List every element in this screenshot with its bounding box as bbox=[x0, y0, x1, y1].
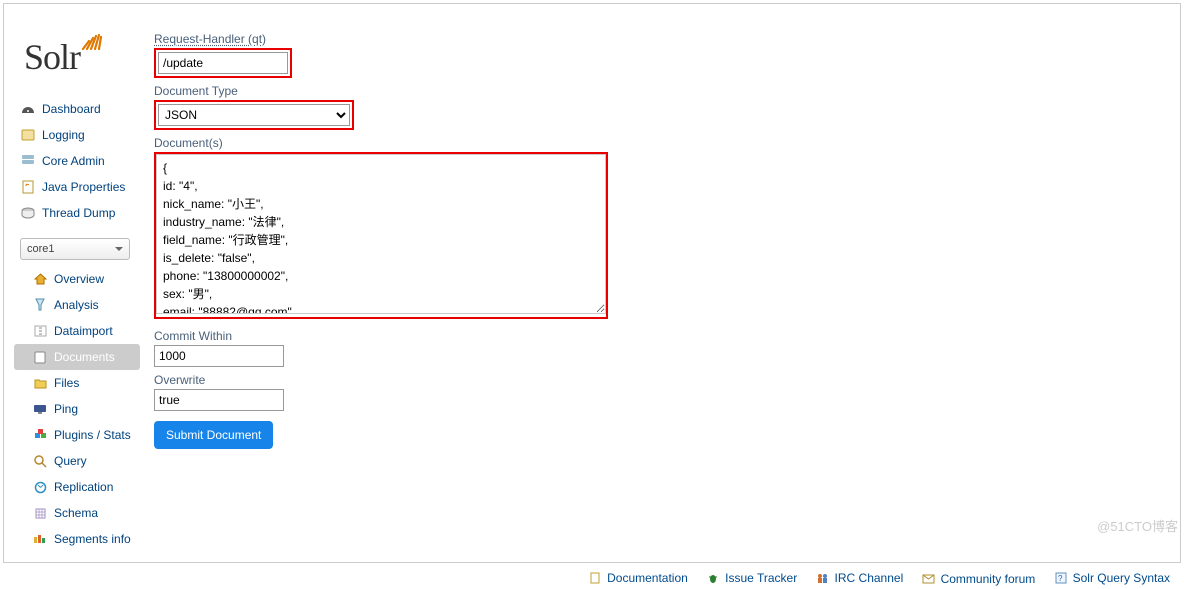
nav-javaprops[interactable]: Java Properties bbox=[14, 174, 144, 200]
subnav-replication[interactable]: Replication bbox=[14, 474, 144, 500]
javaprops-icon bbox=[20, 179, 36, 195]
doctype-label: Document Type bbox=[154, 84, 1170, 98]
home-icon bbox=[32, 271, 48, 287]
commitwithin-label: Commit Within bbox=[154, 329, 1170, 343]
top-nav: Dashboard Logging Core Admin Java Proper… bbox=[14, 96, 144, 226]
subnav-schema[interactable]: Schema bbox=[14, 500, 144, 526]
subnav-label: Files bbox=[54, 376, 79, 390]
doc-icon bbox=[587, 570, 603, 586]
people-icon bbox=[815, 570, 831, 586]
subnav-overview[interactable]: Overview bbox=[14, 266, 144, 292]
subnav-documents[interactable]: Documents bbox=[14, 344, 140, 370]
logo: Solr bbox=[24, 29, 144, 78]
schema-icon bbox=[32, 505, 48, 521]
nav-logging[interactable]: Logging bbox=[14, 122, 144, 148]
subnav-segments[interactable]: Segments info bbox=[14, 526, 144, 552]
coreadmin-icon bbox=[20, 153, 36, 169]
watermark: @51CTO博客 bbox=[1097, 516, 1178, 535]
logging-icon bbox=[20, 127, 36, 143]
sidebar: Solr Dashboard Logging Core Admin Java P… bbox=[4, 4, 144, 562]
footer-documentation[interactable]: Documentation bbox=[587, 570, 688, 586]
folder-icon bbox=[32, 375, 48, 391]
core-selected: core1 bbox=[27, 243, 55, 255]
footer-ircchannel[interactable]: IRC Channel bbox=[815, 570, 904, 586]
mail-icon bbox=[921, 571, 937, 587]
nav-label: Logging bbox=[42, 128, 85, 142]
submit-button[interactable]: Submit Document bbox=[154, 421, 273, 449]
subnav-label: Replication bbox=[54, 480, 113, 494]
footer-issuetracker[interactable]: Issue Tracker bbox=[705, 570, 797, 586]
nav-coreadmin[interactable]: Core Admin bbox=[14, 148, 144, 174]
subnav-label: Query bbox=[54, 454, 87, 468]
subnav-analysis[interactable]: Analysis bbox=[14, 292, 144, 318]
bug-icon bbox=[705, 570, 721, 586]
footer-links: Documentation Issue Tracker IRC Channel … bbox=[0, 566, 1184, 589]
subnav-ping[interactable]: Ping bbox=[14, 396, 144, 422]
glass-icon bbox=[32, 297, 48, 313]
subnav-dataimport[interactable]: Dataimport bbox=[14, 318, 144, 344]
overwrite-label: Overwrite bbox=[154, 373, 1170, 387]
core-selector[interactable]: core1 bbox=[20, 238, 130, 260]
syntax-icon: ? bbox=[1053, 570, 1069, 586]
dashboard-icon bbox=[20, 101, 36, 117]
nav-label: Dashboard bbox=[42, 102, 101, 116]
threaddump-icon bbox=[20, 205, 36, 221]
qt-label: Request-Handler (qt) bbox=[154, 32, 1170, 46]
subnav-label: Analysis bbox=[54, 298, 99, 312]
docs-label: Document(s) bbox=[154, 136, 1170, 150]
replication-icon bbox=[32, 479, 48, 495]
subnav-label: Schema bbox=[54, 506, 98, 520]
footer-querysyntax[interactable]: ?Solr Query Syntax bbox=[1053, 570, 1170, 586]
documents-icon bbox=[32, 349, 48, 365]
plugins-icon bbox=[32, 427, 48, 443]
subnav-label: Plugins / Stats bbox=[54, 428, 131, 442]
nav-label: Java Properties bbox=[42, 180, 125, 194]
subnav-label: Ping bbox=[54, 402, 78, 416]
main-panel: Request-Handler (qt) Document Type JSON … bbox=[144, 4, 1180, 562]
nav-dashboard[interactable]: Dashboard bbox=[14, 96, 144, 122]
dataimport-icon bbox=[32, 323, 48, 339]
subnav-label: Segments info bbox=[54, 532, 131, 546]
subnav-label: Documents bbox=[54, 350, 115, 364]
docs-textarea[interactable] bbox=[156, 154, 606, 314]
overwrite-input[interactable] bbox=[154, 389, 284, 411]
subnav-plugins[interactable]: Plugins / Stats bbox=[14, 422, 144, 448]
doctype-select[interactable]: JSON bbox=[158, 104, 350, 126]
search-icon bbox=[32, 453, 48, 469]
segments-icon bbox=[32, 531, 48, 547]
qt-input[interactable] bbox=[158, 52, 288, 74]
subnav-label: Overview bbox=[54, 272, 104, 286]
core-nav: Overview Analysis Dataimport Documents F… bbox=[14, 266, 144, 552]
subnav-query[interactable]: Query bbox=[14, 448, 144, 474]
nav-label: Core Admin bbox=[42, 154, 105, 168]
ping-icon bbox=[32, 401, 48, 417]
logo-text: Solr bbox=[24, 37, 80, 77]
svg-text:?: ? bbox=[1058, 574, 1063, 583]
commitwithin-input[interactable] bbox=[154, 345, 284, 367]
footer-communityforum[interactable]: Community forum bbox=[921, 571, 1036, 587]
subnav-files[interactable]: Files bbox=[14, 370, 144, 396]
subnav-label: Dataimport bbox=[54, 324, 113, 338]
nav-threaddump[interactable]: Thread Dump bbox=[14, 200, 144, 226]
nav-label: Thread Dump bbox=[42, 206, 115, 220]
